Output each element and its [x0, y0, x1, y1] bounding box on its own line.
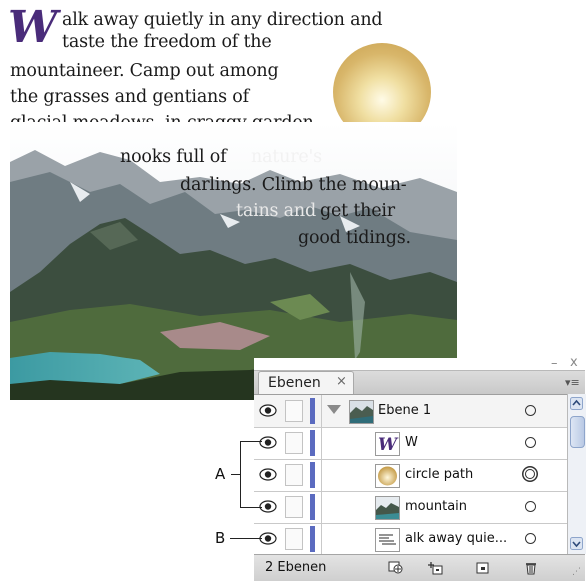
lock-toggle[interactable]	[285, 528, 303, 550]
tab-ebenen[interactable]: Ebenen ×	[258, 371, 354, 395]
layers-panel: – x Ebenen × ▾≡ Ebene 1 W W circle path …	[254, 355, 586, 581]
panel-menu-icon[interactable]: ▾≡	[565, 376, 583, 390]
text-line-7: darlings. Climb the moun-	[180, 175, 407, 195]
tab-close-icon[interactable]: ×	[336, 374, 347, 389]
scroll-thumb[interactable]	[570, 416, 585, 448]
photo-layer-icon	[349, 400, 374, 424]
scrollbar[interactable]	[567, 394, 586, 554]
artwork: W alk away quietly in any direction and …	[0, 0, 460, 400]
text-line-2: taste the freedom of the	[62, 32, 272, 52]
layer-list: Ebene 1 W W circle path mountain alk awa…	[254, 394, 567, 556]
callout-b-line	[230, 538, 262, 539]
tab-label: Ebenen	[268, 375, 321, 391]
layer-name: alk away quie...	[405, 531, 508, 546]
layer-row-w[interactable]: W W	[254, 427, 567, 460]
text-line-3: mountaineer. Camp out among	[10, 61, 279, 81]
circle-thumbnail	[375, 464, 400, 488]
w-dropcap-thumbnail: W	[375, 432, 400, 456]
mountain-thumbnail	[375, 496, 400, 520]
text-line-8b: get their	[320, 201, 395, 221]
layer-color-bar	[310, 526, 315, 552]
callout-b: B	[215, 529, 226, 547]
callout-a-bracket	[240, 441, 241, 508]
callout-a-bracket-bottom	[240, 507, 262, 508]
target-circle-icon[interactable]	[525, 533, 536, 544]
layer-name: mountain	[405, 499, 468, 514]
layer-color-bar	[310, 398, 315, 424]
locate-object-icon[interactable]	[387, 559, 405, 576]
layer-row-circle-path[interactable]: circle path	[254, 459, 567, 492]
expand-triangle-icon[interactable]	[327, 405, 341, 414]
callout-a-bracket-top	[240, 441, 262, 442]
layer-row-ebene-1[interactable]: Ebene 1	[254, 395, 567, 428]
lock-toggle[interactable]	[285, 496, 303, 518]
layer-name: W	[405, 435, 418, 450]
make-clipping-mask-icon[interactable]	[426, 559, 444, 576]
text-line-1: alk away quietly in any direction and	[62, 10, 383, 30]
callout-a: A	[215, 465, 226, 483]
text-line-6b: nature's	[251, 147, 322, 167]
resize-grip-icon[interactable]: ⋰	[572, 567, 581, 577]
panel-footer: 2 Ebenen ⋰	[254, 554, 585, 581]
callout-a-line	[231, 474, 240, 475]
text-line-4: the grasses and gentians of	[10, 87, 249, 107]
layer-color-bar	[310, 430, 315, 456]
trash-icon[interactable]	[522, 559, 540, 576]
lock-toggle[interactable]	[285, 432, 303, 454]
visibility-eye-icon[interactable]	[259, 468, 277, 481]
target-circle-icon[interactable]	[525, 437, 536, 448]
text-line-9: good tidings.	[298, 228, 411, 248]
text-line-8: tains and	[236, 201, 316, 221]
target-circle-icon[interactable]	[525, 501, 536, 512]
layer-color-bar	[310, 494, 315, 520]
lock-toggle[interactable]	[285, 400, 303, 422]
lock-toggle[interactable]	[285, 464, 303, 486]
visibility-eye-icon[interactable]	[259, 404, 277, 417]
layer-color-bar	[310, 462, 315, 488]
target-circle-icon[interactable]	[525, 405, 536, 416]
visibility-eye-icon[interactable]	[259, 436, 277, 449]
new-sublayer-icon[interactable]	[474, 559, 492, 576]
text-line-6: nooks full of	[120, 147, 227, 167]
text-path-thumbnail	[375, 528, 400, 552]
drop-cap-letter: W	[8, 2, 58, 53]
svg-text:W: W	[378, 435, 399, 455]
close-window-icon[interactable]: x	[570, 355, 578, 370]
layer-name: Ebene 1	[378, 403, 432, 418]
layer-name: circle path	[405, 467, 474, 482]
layer-row-mountain[interactable]: mountain	[254, 491, 567, 524]
target-circle-icon[interactable]	[525, 469, 535, 479]
minimize-icon[interactable]: –	[551, 356, 558, 371]
layer-row-text-path[interactable]: alk away quie...	[254, 523, 567, 556]
scroll-up-icon[interactable]	[570, 397, 583, 410]
layer-count: 2 Ebenen	[265, 560, 327, 575]
scroll-down-icon[interactable]	[570, 537, 583, 550]
